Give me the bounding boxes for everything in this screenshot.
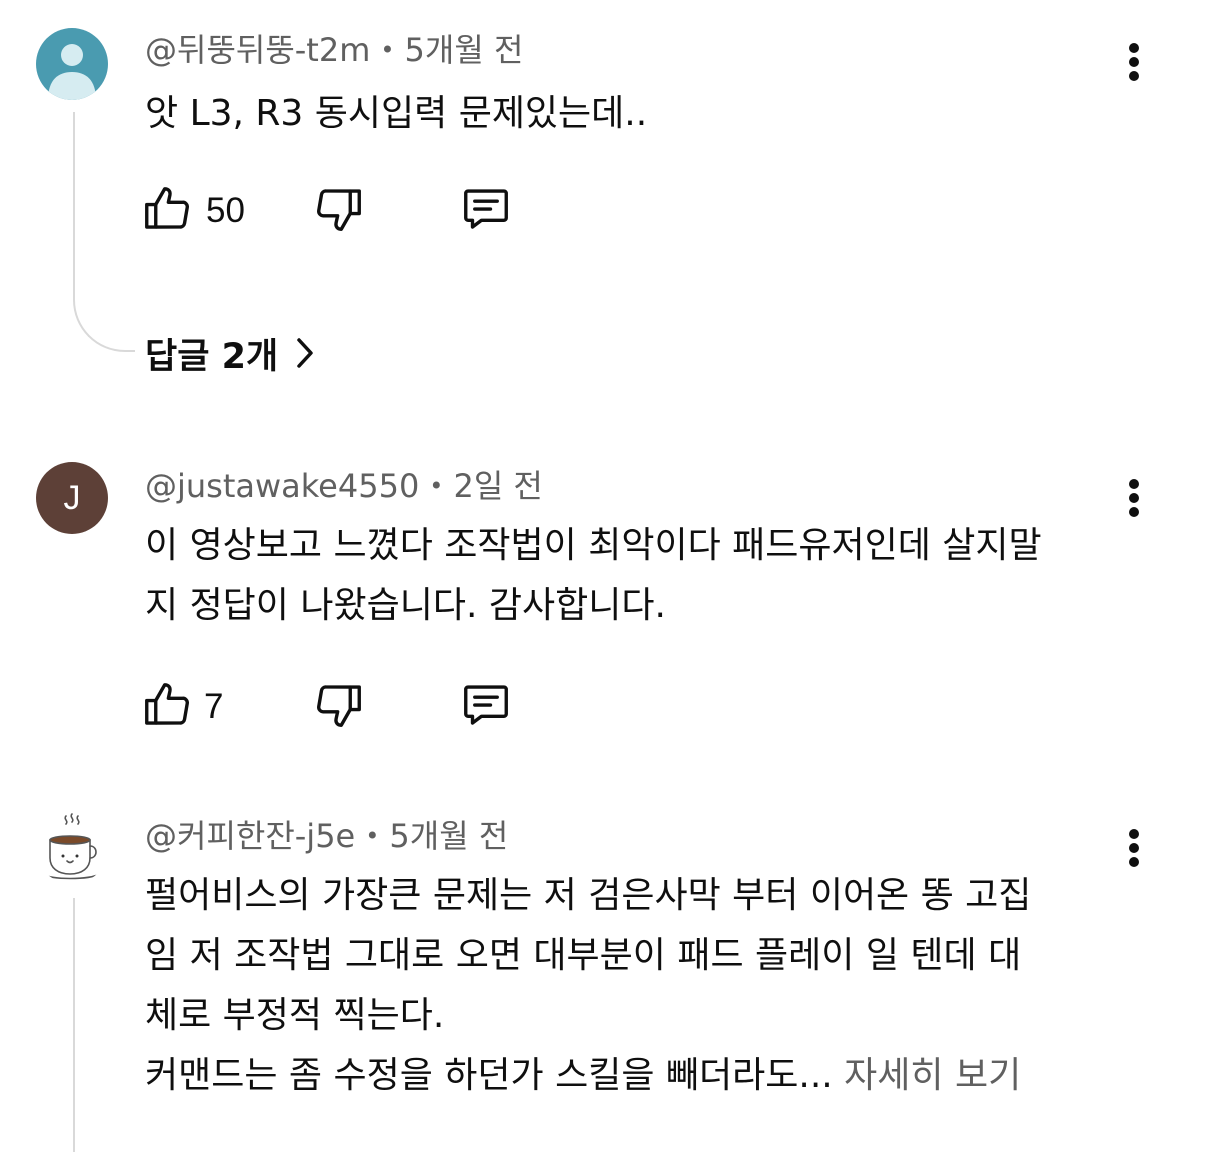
comment-time[interactable]: 5개월 전 <box>389 817 508 855</box>
more-vertical-icon <box>1129 829 1139 867</box>
like-button[interactable] <box>140 678 194 736</box>
avatar[interactable] <box>36 812 108 884</box>
comment-line: 앗 L3, R3 동시입력 문제있는데.. <box>145 93 648 134</box>
separator-dot: • <box>429 472 444 500</box>
comment-menu-button[interactable] <box>1116 474 1152 522</box>
reply-button[interactable] <box>458 182 514 240</box>
reply-button[interactable] <box>458 678 514 736</box>
separator-dot: • <box>365 822 380 850</box>
more-vertical-icon <box>1129 479 1139 517</box>
comment-text: 앗 L3, R3 동시입력 문제있는데.. <box>145 84 1135 144</box>
comment-author[interactable]: @justawake4550 <box>145 467 419 505</box>
comment-header: @뒤뚱뒤뚱-t2m • 5개월 전 <box>145 30 523 73</box>
comment-time[interactable]: 5개월 전 <box>405 31 524 69</box>
comment-line: 커맨드는 좀 수정을 하던가 스킬을 빼더라도... 자세히 보기 <box>145 1046 1135 1106</box>
avatar[interactable]: J <box>36 462 108 534</box>
avatar-letter: J <box>63 478 81 517</box>
like-count: 50 <box>206 191 245 230</box>
replies-label: 답글 2개 <box>145 336 279 377</box>
comment-line: 지 정답이 나왔습니다. 감사합니다. <box>145 585 666 626</box>
comment-line: 체로 부정적 찍는다. <box>145 995 445 1036</box>
comment-time[interactable]: 2일 전 <box>453 467 542 505</box>
comment-text: 이 영상보고 느꼈다 조작법이 최악이다 패드유저인데 살지말 지 정답이 나왔… <box>145 516 1135 636</box>
comment-bubble-icon <box>464 189 508 229</box>
read-more-link[interactable]: 자세히 보기 <box>844 1055 1021 1096</box>
thread-line <box>73 898 75 1152</box>
comment-menu-button[interactable] <box>1116 824 1152 872</box>
comment-menu-button[interactable] <box>1116 38 1152 86</box>
thumb-up-icon <box>145 187 189 229</box>
thumb-up-icon <box>145 683 189 725</box>
dislike-button[interactable] <box>312 678 366 736</box>
view-replies-button[interactable]: 답글 2개 <box>145 328 314 378</box>
thread-curve <box>73 292 135 352</box>
coffee-cup-icon <box>41 813 101 880</box>
comment-header: @커피한잔-j5e • 5개월 전 <box>145 816 508 859</box>
more-vertical-icon <box>1129 43 1139 81</box>
thread-line <box>73 112 75 292</box>
chevron-right-icon <box>297 338 313 368</box>
comment-header: @justawake4550 • 2일 전 <box>145 466 543 509</box>
comment-bubble-icon <box>464 685 508 725</box>
separator-dot: • <box>380 36 395 64</box>
person-silhouette-icon <box>48 44 96 100</box>
comment-author[interactable]: @커피한잔-j5e <box>145 817 355 855</box>
like-count: 7 <box>204 687 224 726</box>
comment-author[interactable]: @뒤뚱뒤뚱-t2m <box>145 31 370 69</box>
comment-line: 펄어비스의 가장큰 문제는 저 검은사막 부터 이어온 똥 고집 <box>145 875 1032 916</box>
comment-line: 임 저 조작법 그대로 오면 대부분이 패드 플레이 일 텐데 대 <box>145 935 1022 976</box>
dislike-button[interactable] <box>312 182 366 240</box>
thumb-down-icon <box>317 685 361 727</box>
thumb-down-icon <box>317 189 361 231</box>
comment-line-text: 커맨드는 좀 수정을 하던가 스킬을 빼더라도... <box>145 1055 833 1096</box>
like-button[interactable] <box>140 182 194 240</box>
comment-line: 이 영상보고 느꼈다 조작법이 최악이다 패드유저인데 살지말 <box>145 525 1042 566</box>
comment-text: 펄어비스의 가장큰 문제는 저 검은사막 부터 이어온 똥 고집 임 저 조작법… <box>145 866 1135 1106</box>
avatar[interactable] <box>36 28 108 100</box>
